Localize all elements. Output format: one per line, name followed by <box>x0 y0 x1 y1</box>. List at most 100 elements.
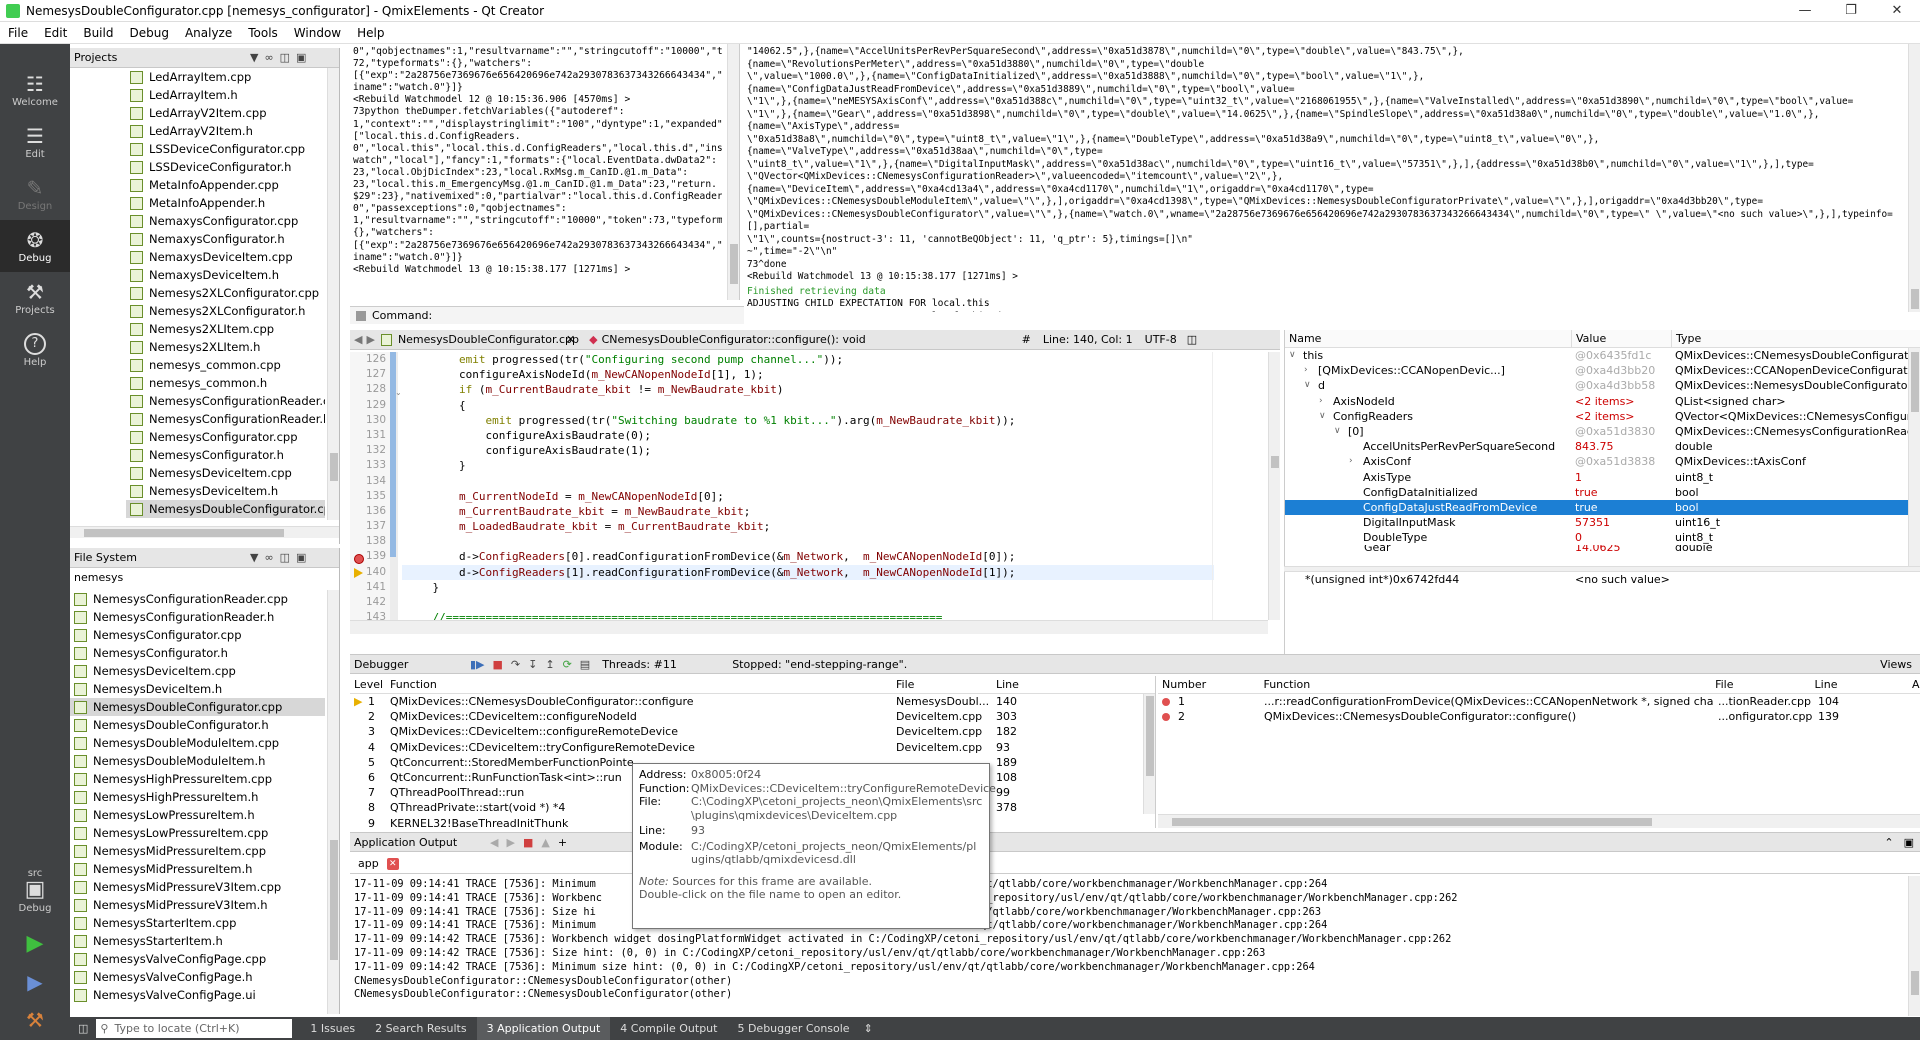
filter-icon[interactable]: ▼ <box>250 51 258 64</box>
kit-selector[interactable]: src ▣ Debug <box>0 856 70 926</box>
log-left-scrollbar[interactable] <box>727 44 739 300</box>
filesystem-file-item[interactable]: NemesysValveConfigPage.ui <box>70 986 325 1004</box>
projects-scrollbar[interactable] <box>327 68 339 520</box>
rerun-icon[interactable]: ◀ <box>490 836 498 849</box>
attach-icon[interactable]: ▲ <box>541 836 549 849</box>
next-icon[interactable]: ▶ <box>506 836 514 849</box>
projects-title[interactable]: Projects <box>74 51 244 64</box>
debugger-combo[interactable]: Debugger <box>350 658 470 671</box>
debugger-log-input[interactable]: 0","qobjectnames":1,"resultvarname":"","… <box>350 44 740 300</box>
filesystem-file-item[interactable]: NemesysLowPressureItem.h <box>70 806 325 824</box>
mode-welcome[interactable]: ☷ Welcome <box>0 64 70 116</box>
menu-build[interactable]: Build <box>75 26 121 40</box>
filesystem-file-item[interactable]: NemesysStarterItem.cpp <box>70 914 325 932</box>
breakpoint-marker[interactable] <box>354 554 364 564</box>
filesystem-file-item[interactable]: NemesysDoubleConfigurator.h <box>70 716 325 734</box>
collapsed-arrow-icon[interactable]: › <box>1304 363 1318 378</box>
symbol-combo[interactable]: CNemesysDoubleConfigurator::configure():… <box>602 333 1022 346</box>
filesystem-file-item[interactable]: NemesysValveConfigPage.h <box>70 968 325 986</box>
filesystem-file-item[interactable]: NemesysDoubleConfigurator.cpp <box>70 698 325 716</box>
pane-search-results[interactable]: 2 Search Results <box>365 1022 477 1035</box>
stack-frame-row[interactable]: 2 QMixDevices::CDeviceItem::configureNode… <box>350 709 1155 724</box>
stop-app-icon[interactable]: ■ <box>523 836 533 849</box>
column-name[interactable]: Name <box>1285 330 1571 347</box>
expanded-arrow-icon[interactable]: ∨ <box>1319 409 1333 424</box>
breakpoints-hscrollbar[interactable] <box>1158 814 1920 828</box>
filesystem-scrollbar[interactable] <box>327 590 339 1014</box>
menu-help[interactable]: Help <box>349 26 392 40</box>
menu-tools[interactable]: Tools <box>240 26 286 40</box>
menu-file[interactable]: File <box>0 26 36 40</box>
split-icon[interactable]: ◫ <box>280 551 290 564</box>
collapsed-arrow-icon[interactable]: › <box>1349 454 1363 469</box>
close-document-icon[interactable]: ✕ <box>566 333 575 346</box>
stop-icon[interactable]: ■ <box>493 658 503 671</box>
stack-frame-row[interactable]: ▶ 1 QMixDevices::CNemesysDoubleConfigurato… <box>350 694 1155 709</box>
project-file-item[interactable]: LSSDeviceConfigurator.cpp <box>126 140 325 158</box>
column-type[interactable]: Type <box>1671 330 1920 347</box>
column-line[interactable]: Line <box>1811 676 1910 693</box>
filesystem-file-item[interactable]: NemesysConfigurator.h <box>70 644 325 662</box>
column-number[interactable]: Number <box>1158 676 1259 693</box>
locals-row[interactable]: DoubleType 0 uint8_t <box>1285 530 1920 545</box>
fold-marker[interactable]: ⌄ <box>395 388 403 397</box>
locals-row[interactable]: ConfigDataJustReadFromDevice true bool <box>1285 499 1920 516</box>
breakpoint-row[interactable]: 1 ...r::readConfigurationFromDevice(QMixD… <box>1158 694 1920 709</box>
project-file-item[interactable]: LedArrayItem.h <box>126 86 325 104</box>
restart-icon[interactable]: ⟳ <box>563 658 572 671</box>
locals-row[interactable]: AccelUnitsPerRevPerSquareSecond 843.75 dou… <box>1285 439 1920 454</box>
expanded-arrow-icon[interactable]: ∨ <box>1334 424 1348 439</box>
project-file-item[interactable]: NemaxysConfigurator.cpp <box>126 212 325 230</box>
column-function[interactable]: Function <box>386 676 892 693</box>
locals-scrollbar[interactable] <box>1908 348 1920 566</box>
log-right-scrollbar[interactable] <box>1908 44 1920 312</box>
filesystem-file-item[interactable]: NemesysHighPressureItem.h <box>70 788 325 806</box>
locals-row[interactable]: ∨ d @0xa4d3bb58 QMixDevices::NemesysDoubleC… <box>1285 378 1920 393</box>
locals-row[interactable]: ∨ this @0x6435fd1c QMixDevices::CNemesysDou… <box>1285 348 1920 363</box>
project-file-item[interactable]: Nemesys2XLConfigurator.h <box>126 302 325 320</box>
filesystem-file-item[interactable]: NemesysConfigurator.cpp <box>70 626 325 644</box>
project-file-item[interactable]: MetaInfoAppender.h <box>126 194 325 212</box>
filesystem-file-item[interactable]: NemesysDeviceItem.cpp <box>70 662 325 680</box>
step-out-icon[interactable]: ↥ <box>545 658 554 671</box>
zoom-in-icon[interactable]: + <box>558 836 567 849</box>
toggle-sidebar-icon[interactable]: ◫ <box>78 1022 88 1035</box>
maximize-pane-icon[interactable]: ⌃ <box>1884 836 1893 849</box>
mode-debug[interactable]: ❂ Debug <box>0 220 70 272</box>
link-icon[interactable]: ∞ <box>264 51 273 64</box>
projects-hscrollbar[interactable] <box>70 526 339 538</box>
project-file-item[interactable]: NemesysConfigurationReader.cpp <box>126 392 325 410</box>
pane-compile-output[interactable]: 4 Compile Output <box>610 1022 727 1035</box>
step-into-icon[interactable]: ↧ <box>528 658 537 671</box>
project-file-item[interactable]: nemesys_common.h <box>126 374 325 392</box>
project-file-item[interactable]: NemesysConfigurator.cpp <box>126 428 325 446</box>
step-over-icon[interactable]: ↷ <box>511 658 520 671</box>
project-file-item[interactable]: NemaxysDeviceItem.h <box>126 266 325 284</box>
column-file[interactable]: File <box>892 676 992 693</box>
menu-analyze[interactable]: Analyze <box>177 26 240 40</box>
filesystem-file-item[interactable]: NemesysDoubleModuleItem.cpp <box>70 734 325 752</box>
cursor-position[interactable]: Line: 140, Col: 1 <box>1043 333 1133 346</box>
collapsed-arrow-icon[interactable]: › <box>1319 394 1333 409</box>
appout-text-area[interactable]: 17-11-09 09:14:41 TRACE [7536]: Minimum … <box>350 876 1920 1016</box>
locals-row[interactable]: ∨ ConfigReaders <2 items> QVector<QMixDevic… <box>1285 409 1920 424</box>
expressions-view[interactable]: *(unsigned int*)0x6742fd44 <no such valu… <box>1284 572 1920 658</box>
close-pane-icon[interactable]: ▣ <box>296 51 306 64</box>
filesystem-title[interactable]: File System <box>74 551 244 564</box>
filesystem-file-item[interactable]: NemesysStarterItem.h <box>70 932 325 950</box>
locals-row-partial[interactable]: Gear 14.0625 double <box>1285 545 1920 553</box>
mode-edit[interactable]: ☰ Edit <box>0 116 70 168</box>
locals-row[interactable]: DigitalInputMask 57351 uint16_t <box>1285 515 1920 530</box>
stack-frame-row[interactable]: 3 QMixDevices::CDeviceItem::configureRemo… <box>350 724 1155 739</box>
breakpoint-row[interactable]: 2 QMixDevices::CNemesysDoubleConfigurator… <box>1158 709 1920 724</box>
column-address[interactable]: A <box>1910 676 1920 693</box>
pane-debugger-console[interactable]: 5 Debugger Console <box>727 1022 859 1035</box>
appout-tab-app[interactable]: app <box>350 857 387 870</box>
project-file-item[interactable]: NemaxysConfigurator.h <box>126 230 325 248</box>
mode-projects[interactable]: ⚒ Projects <box>0 272 70 324</box>
project-file-item[interactable]: MetaInfoAppender.cpp <box>126 176 325 194</box>
close-pane-icon[interactable]: ▣ <box>296 551 306 564</box>
run-button[interactable]: ▶ <box>0 926 70 964</box>
locals-row[interactable]: › [QMixDevices::CCANopenDevic...] @0xa4d3b… <box>1285 363 1920 378</box>
locals-row[interactable]: ConfigDataInitialized true bool <box>1285 485 1920 500</box>
